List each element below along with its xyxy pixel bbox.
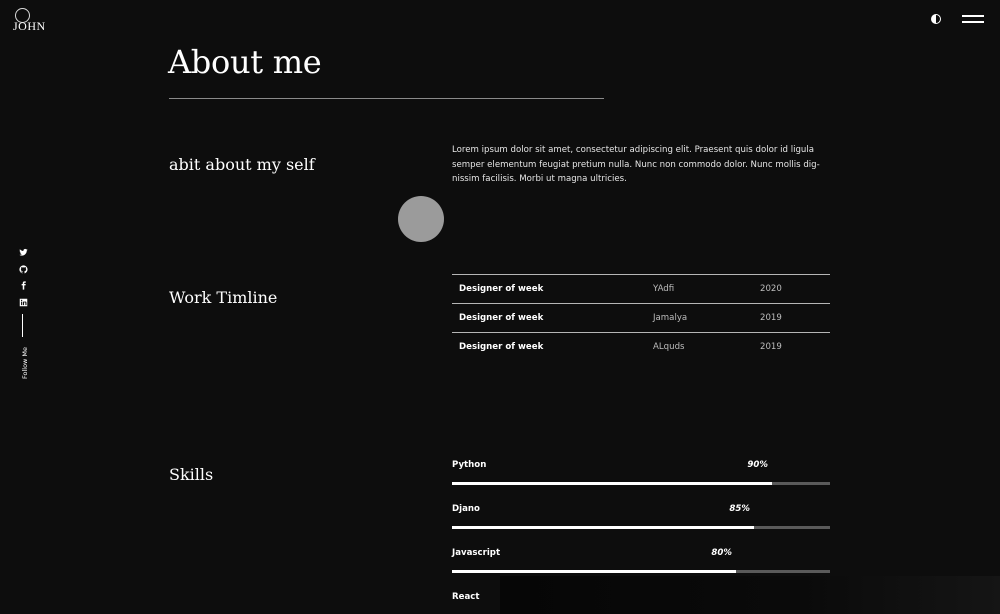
skill-percent: 80% xyxy=(711,548,732,558)
skill-progress-fill xyxy=(452,570,736,573)
skill-progress-track xyxy=(452,570,830,573)
linkedin-icon[interactable] xyxy=(17,298,29,310)
work-title: Designer of week xyxy=(459,284,544,294)
table-row: Designer of week YAdfi 2020 xyxy=(452,274,830,303)
work-title: Designer of week xyxy=(459,313,544,323)
skill-progress-track xyxy=(452,482,830,485)
work-timeline-table: Designer of week YAdfi 2020 Designer of … xyxy=(452,274,830,361)
logo[interactable]: JOHN xyxy=(13,8,49,33)
work-heading: Work Timline xyxy=(169,288,278,307)
skill-progress-track xyxy=(452,526,830,529)
skill-name: Javascript xyxy=(452,548,501,558)
about-text: Lorem ipsum dolor sit amet, consectetur … xyxy=(452,145,820,185)
menu-button[interactable] xyxy=(962,15,984,24)
logo-text: JOHN xyxy=(13,19,46,33)
facebook-icon[interactable] xyxy=(17,281,29,293)
page: JOHN Follow Me About me abit about my se… xyxy=(0,0,1000,614)
follow-me-label: Follow Me xyxy=(21,346,29,380)
title-divider xyxy=(169,98,604,99)
skill-percent: 90% xyxy=(747,460,768,470)
theme-toggle-icon[interactable] xyxy=(931,14,941,24)
table-row: Designer of week ALquds 2019 xyxy=(452,332,830,361)
social-divider xyxy=(22,314,23,337)
skill-progress-fill xyxy=(452,526,754,529)
work-year: 2019 xyxy=(760,313,782,323)
work-year: 2019 xyxy=(760,342,782,352)
twitter-icon[interactable] xyxy=(17,248,29,260)
skill-name: Python xyxy=(452,460,487,470)
skill-percent: 85% xyxy=(729,504,750,514)
table-row: Designer of week Jamalya 2019 xyxy=(452,303,830,332)
hamburger-line xyxy=(962,21,984,23)
skill-item: Python 90% xyxy=(452,460,830,504)
skills-heading: Skills xyxy=(169,465,214,484)
skill-name: Djano xyxy=(452,504,480,514)
work-company: YAdfi xyxy=(653,284,675,294)
work-company: Jamalya xyxy=(653,313,688,323)
cursor-follower xyxy=(398,196,444,242)
github-icon[interactable] xyxy=(17,264,29,277)
hamburger-line xyxy=(962,15,984,17)
work-title: Designer of week xyxy=(459,342,544,352)
skill-item: Djano 85% xyxy=(452,504,830,548)
work-year: 2020 xyxy=(760,284,782,294)
page-title: About me xyxy=(168,43,322,81)
bottom-shade xyxy=(500,576,1000,614)
work-company: ALquds xyxy=(653,342,685,352)
skill-name: React xyxy=(452,592,480,602)
skill-progress-fill xyxy=(452,482,772,485)
about-heading: abit about my self xyxy=(169,155,315,174)
social-sidebar: Follow Me xyxy=(17,247,29,379)
